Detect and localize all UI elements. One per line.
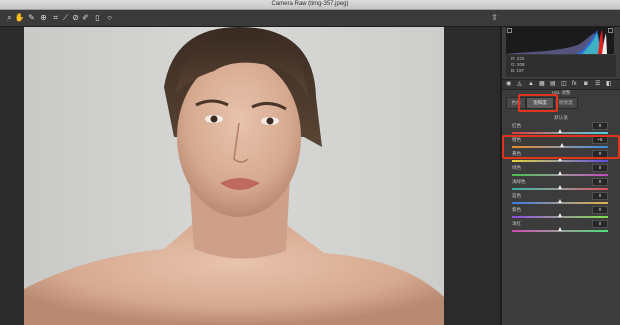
slider-label: 绿色 — [512, 165, 521, 170]
default-label[interactable]: 默认值 — [502, 115, 620, 121]
highlight-orange-slider — [502, 135, 620, 159]
export-icon[interactable]: ⇪ — [489, 12, 500, 23]
brush-icon[interactable]: ✐ — [80, 12, 91, 23]
title-bar: Camera Raw (timg-357.jpeg) — [0, 0, 620, 10]
clipping-warning-icon[interactable] — [507, 28, 512, 33]
slider-value-input[interactable]: 0 — [592, 192, 608, 200]
slider-thumb[interactable] — [557, 227, 562, 231]
basic-icon[interactable]: ◉ — [506, 80, 511, 89]
split-toning-icon[interactable]: ▤ — [550, 80, 556, 89]
detail-icon[interactable]: ▲ — [528, 80, 534, 89]
hand-icon[interactable]: ✋ — [14, 12, 25, 23]
presets-icon[interactable]: ☰ — [595, 80, 600, 89]
slider-value-input[interactable]: 0 — [592, 206, 608, 214]
slider-label: 紫色 — [512, 207, 521, 212]
lens-icon[interactable]: ◫ — [561, 80, 567, 89]
snapshots-icon[interactable]: ◧ — [606, 80, 612, 89]
slider-row: 洋红 0 — [508, 220, 612, 236]
clipping-warning-icon[interactable] — [608, 28, 613, 33]
slider-thumb[interactable] — [557, 213, 562, 217]
slider-thumb[interactable] — [557, 199, 562, 203]
adjustments-panel: R: 233 G: 209 B: 197 ◉ ◬ ▲ ▦ ▤ ◫ fx ◙ ☰ … — [502, 27, 620, 325]
histogram — [506, 27, 614, 54]
hsl-icon[interactable]: ▦ — [539, 80, 545, 89]
toolbar: ⌕ ✋ ✎ ⊕ ⌗ ⟋ ⊘ ✐ ▯ ○ ⇪ — [0, 10, 620, 27]
highlight-saturation-tab — [518, 94, 558, 112]
preview-image — [24, 27, 444, 325]
panel-tabs-icons: ◉ ◬ ▲ ▦ ▤ ◫ fx ◙ ☰ ◧ — [502, 79, 620, 90]
trash-icon[interactable]: ▯ — [92, 12, 103, 23]
slider-value-input[interactable]: 0 — [592, 178, 608, 186]
rgb-readout: R: 233 G: 209 B: 197 — [506, 55, 616, 77]
color-sampler-icon[interactable]: ⊕ — [38, 12, 49, 23]
rotate-icon[interactable]: ○ — [104, 12, 115, 23]
slider-thumb[interactable] — [557, 129, 562, 133]
slider-label: 红色 — [512, 123, 521, 128]
window-title: Camera Raw (timg-357.jpeg) — [271, 1, 349, 7]
image-canvas[interactable] — [0, 27, 500, 325]
tone-curve-icon[interactable]: ◬ — [517, 80, 522, 89]
camera-calibration-icon[interactable]: ◙ — [584, 80, 588, 89]
effects-icon[interactable]: fx — [572, 80, 577, 89]
slider-value-input[interactable]: 0 — [592, 122, 608, 130]
readout-b: B: 197 — [511, 68, 525, 73]
slider-value-input[interactable]: 0 — [592, 220, 608, 228]
slider-label: 洋红 — [512, 221, 521, 226]
slider-label: 蓝色 — [512, 193, 521, 198]
white-balance-icon[interactable]: ✎ — [26, 12, 37, 23]
slider-thumb[interactable] — [557, 185, 562, 189]
slider-thumb[interactable] — [557, 171, 562, 175]
slider-value-input[interactable]: 0 — [592, 164, 608, 172]
slider-label: 浅绿色 — [512, 179, 526, 184]
